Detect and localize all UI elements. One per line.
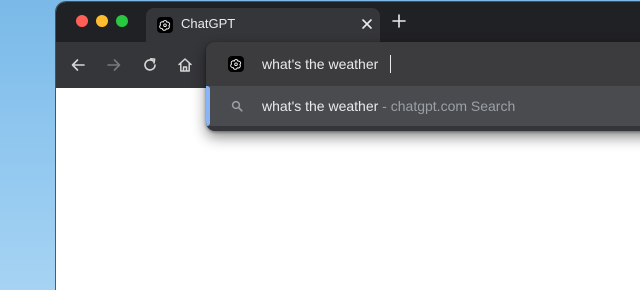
address-bar[interactable] xyxy=(206,42,640,86)
fullscreen-window-button[interactable] xyxy=(116,15,128,27)
text-cursor xyxy=(390,55,391,73)
suggestion-separator: - xyxy=(378,98,391,114)
tab-chatgpt[interactable]: ChatGPT xyxy=(146,8,380,42)
suggestion-query: what's the weather xyxy=(262,98,379,114)
omnibox-input[interactable] xyxy=(262,54,640,74)
close-icon[interactable] xyxy=(360,17,374,31)
tab-title: ChatGPT xyxy=(181,16,236,31)
search-icon xyxy=(230,99,244,113)
omnibox-dropdown: what's the weather - chatgpt.com Search xyxy=(206,42,640,131)
minimize-window-button[interactable] xyxy=(96,15,108,27)
new-tab-icon[interactable] xyxy=(391,13,407,29)
tab-strip: ChatGPT xyxy=(56,2,640,42)
desktop-background: ChatGPT what's the weather what's the we… xyxy=(0,0,640,290)
close-window-button[interactable] xyxy=(76,15,88,27)
home-icon[interactable] xyxy=(176,56,194,74)
suggestion-text: what's the weather - chatgpt.com Search xyxy=(262,97,515,115)
arrow-right-icon[interactable] xyxy=(105,56,123,74)
chatgpt-logo-icon xyxy=(157,17,173,33)
suggestion-item[interactable]: what's the weather - chatgpt.com Search xyxy=(206,86,640,126)
arrow-left-icon[interactable] xyxy=(69,56,87,74)
chatgpt-logo-icon xyxy=(228,56,244,72)
suggestion-provider: chatgpt.com Search xyxy=(390,98,516,114)
reload-icon[interactable] xyxy=(141,56,159,74)
selected-indicator xyxy=(206,86,210,126)
